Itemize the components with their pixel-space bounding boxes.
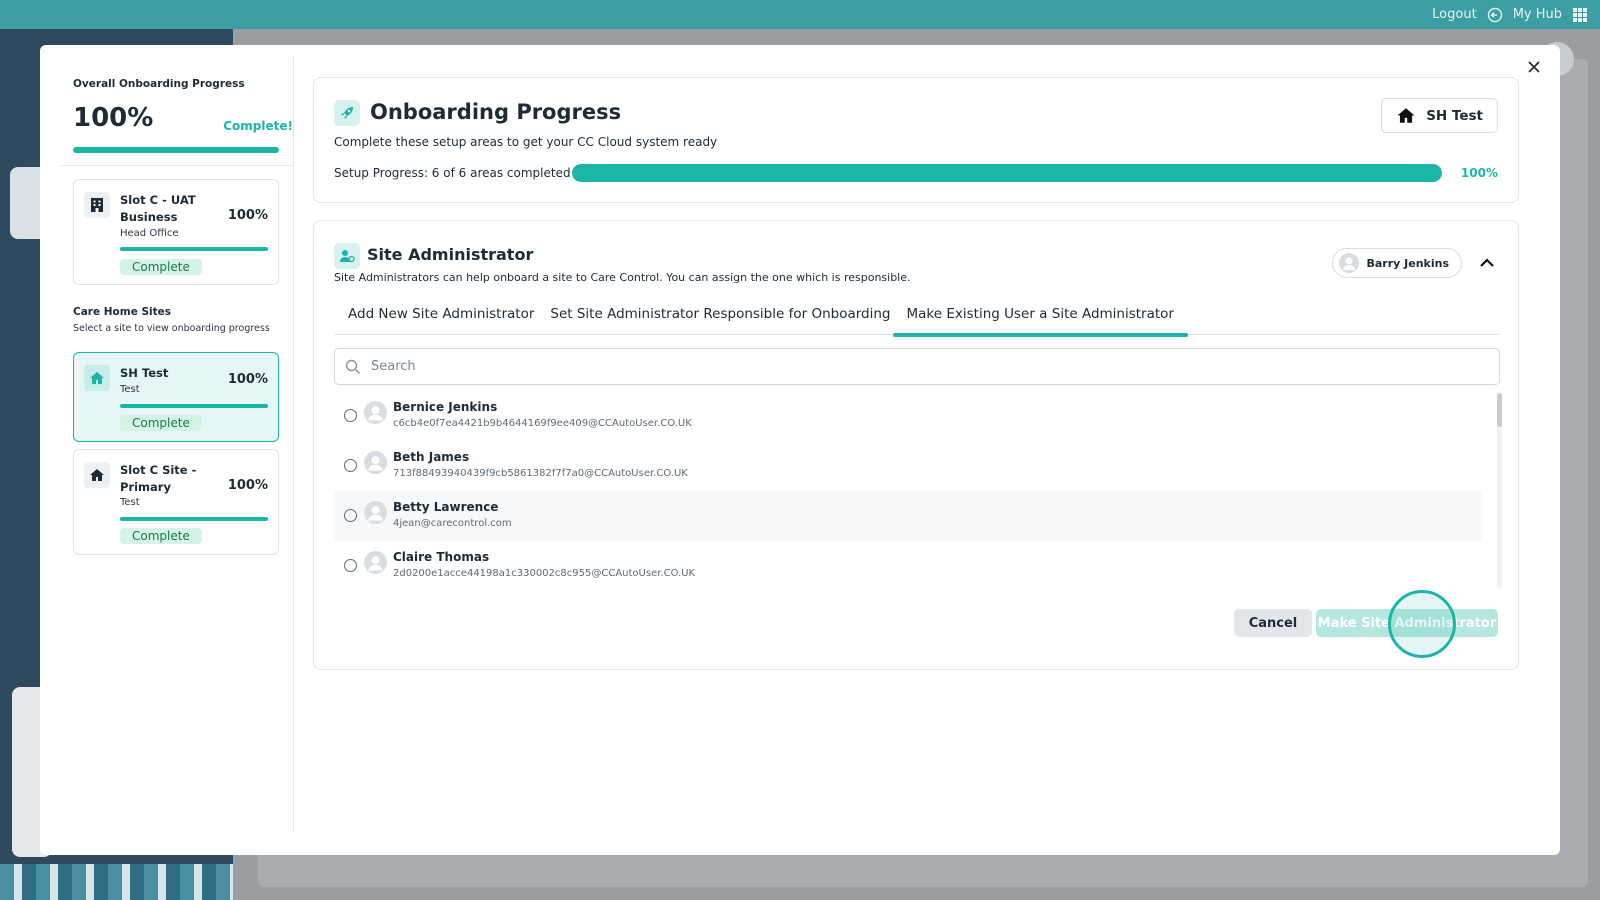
site-card-sh-test[interactable]: SH Test 100% Test Complete (73, 352, 279, 442)
assigned-admin-chip: Barry Jenkins (1332, 248, 1462, 278)
user-name: Claire Thomas (393, 550, 490, 564)
overall-progress-label: Overall Onboarding Progress (73, 78, 245, 90)
home-icon (84, 462, 110, 488)
overall-progress-fill (73, 147, 279, 153)
user-email: 713f88493940439f9cb5861382f7f7a0@CCAutoU… (393, 468, 688, 479)
onboarding-progress-card: Onboarding Progress Complete these setup… (313, 77, 1519, 203)
user-radio[interactable] (344, 559, 357, 572)
assigned-admin-name: Barry Jenkins (1366, 256, 1449, 270)
user-radio[interactable] (344, 409, 357, 422)
user-name: Bernice Jenkins (393, 400, 498, 414)
site-name: SH Test (120, 366, 169, 380)
home-icon (84, 365, 110, 391)
site-name: Slot C Site - Primary (120, 463, 197, 494)
site-admin-title: Site Administrator (367, 245, 534, 264)
scrollbar-thumb[interactable] (1497, 393, 1502, 427)
business-percent: 100% (227, 208, 268, 223)
divider (60, 165, 294, 166)
user-email: 2d0200e1acce44198a1c330002c8c955@CCAutoU… (393, 568, 696, 579)
site-chip: SH Test (1381, 98, 1498, 133)
site-sub: Test (120, 497, 140, 508)
onboarding-modal: Overall Onboarding Progress 100% Complet… (40, 45, 1560, 855)
user-radio[interactable] (344, 509, 357, 522)
status-badge: Complete (120, 415, 202, 431)
search-icon (345, 359, 360, 374)
sidebar-pattern (0, 864, 233, 900)
care-home-title: Care Home Sites (73, 306, 172, 318)
overall-progress-status: Complete! (223, 119, 293, 133)
avatar (364, 401, 387, 424)
avatar (364, 451, 387, 474)
top-bar-actions: Logout My Hub (1432, 0, 1588, 29)
logout-link[interactable]: Logout (1432, 7, 1477, 22)
tab-make-existing-user-admin[interactable]: Make Existing User a Site Administrator (892, 303, 1189, 337)
site-card-slot-c-primary[interactable]: Slot C Site - Primary 100% Test Complete (73, 449, 279, 555)
list-item[interactable]: Bernice Jenkins c6cb4e0f7ea4421b9b464416… (334, 391, 1482, 441)
setup-progress-fill (572, 164, 1442, 182)
user-admin-icon (334, 243, 360, 269)
site-progress-bar (120, 517, 268, 521)
building-icon (84, 192, 110, 218)
setup-progress-label: Setup Progress: 6 of 6 areas completed (334, 166, 571, 180)
business-card[interactable]: Slot C - UAT Business 100% Head Office C… (73, 179, 279, 285)
sites-column: Overall Onboarding Progress 100% Complet… (60, 57, 294, 832)
user-email: c6cb4e0f7ea4421b9b4644169f9ee409@CCAutoU… (393, 418, 692, 429)
home-icon (1397, 108, 1415, 123)
overall-progress-percent: 100% (73, 103, 154, 133)
list-item[interactable]: Beth James 713f88493940439f9cb5861382f7f… (334, 441, 1482, 491)
user-list-scrollbar[interactable] (1497, 393, 1502, 589)
site-percent: 100% (227, 478, 268, 493)
business-progress-bar (120, 247, 268, 251)
onboarding-subtitle: Complete these setup areas to get your C… (334, 135, 718, 149)
site-percent: 100% (227, 372, 268, 387)
overall-progress-bar (73, 147, 279, 153)
site-administrator-card: Site Administrator Site Administrators c… (313, 220, 1519, 670)
status-badge: Complete (120, 528, 202, 544)
logout-icon[interactable] (1487, 7, 1503, 23)
site-admin-subtitle: Site Administrators can help onboard a s… (334, 271, 911, 284)
site-admin-tabs: Add New Site Administrator Set Site Admi… (334, 303, 1500, 337)
setup-progress-percent: 100% (1460, 166, 1498, 180)
my-hub-link[interactable]: My Hub (1513, 7, 1562, 22)
chevron-up-icon[interactable] (1478, 254, 1496, 272)
site-sub: Test (120, 384, 140, 395)
avatar (364, 551, 387, 574)
status-badge: Complete (120, 259, 202, 275)
tab-set-responsible-admin[interactable]: Set Site Administrator Responsible for O… (542, 303, 898, 335)
business-sub: Head Office (120, 228, 179, 239)
apps-grid-icon[interactable] (1572, 7, 1588, 23)
cancel-button[interactable]: Cancel (1234, 609, 1312, 637)
care-home-subtitle: Select a site to view onboarding progres… (73, 323, 270, 334)
user-search[interactable] (334, 348, 1500, 385)
top-bar: Logout My Hub (0, 0, 1600, 29)
user-name: Betty Lawrence (393, 500, 499, 514)
user-radio[interactable] (344, 459, 357, 472)
avatar (1339, 253, 1360, 273)
business-name: Slot C - UAT Business (120, 193, 196, 224)
setup-progress-bar (572, 164, 1442, 182)
avatar (364, 501, 387, 524)
list-item[interactable]: Claire Thomas 2d0200e1acce44198a1c330002… (334, 541, 1482, 591)
click-indicator (1388, 590, 1456, 658)
search-input[interactable] (371, 359, 1471, 374)
tab-add-new-admin[interactable]: Add New Site Administrator (340, 303, 542, 335)
site-chip-label: SH Test (1426, 107, 1483, 124)
user-name: Beth James (393, 450, 470, 464)
user-list: Bernice Jenkins c6cb4e0f7ea4421b9b464416… (334, 391, 1482, 591)
site-progress-bar (120, 404, 268, 408)
list-item[interactable]: Betty Lawrence 4jean@carecontrol.com (334, 491, 1482, 541)
close-icon[interactable] (1524, 57, 1544, 77)
onboarding-title: Onboarding Progress (370, 100, 622, 124)
rocket-icon (334, 100, 360, 126)
user-email: 4jean@carecontrol.com (393, 518, 512, 529)
